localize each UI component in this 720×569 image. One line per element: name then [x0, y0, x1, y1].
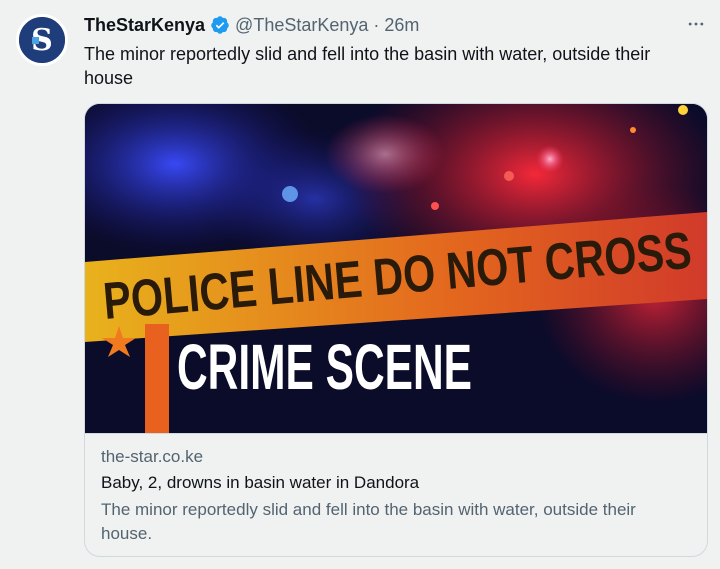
- card-description: The minor reportedly slid and fell into …: [101, 500, 636, 543]
- card-meta[interactable]: the-star.co.ke Baby, 2, drowns in basin …: [85, 433, 707, 556]
- more-options-icon[interactable]: [684, 12, 708, 36]
- card-domain: the-star.co.ke: [101, 447, 204, 466]
- crime-scene-image: POLICE LINE DO NOT CROSS CRIME SCENE: [85, 104, 707, 433]
- link-card[interactable]: POLICE LINE DO NOT CROSS CRIME SCENE the…: [84, 103, 708, 557]
- handle[interactable]: @TheStarKenya: [235, 15, 368, 36]
- verified-badge-icon: [210, 15, 230, 35]
- card-title: Baby, 2, drowns in basin water in Dandor…: [101, 473, 420, 492]
- tweet-header: TheStarKenya @TheStarKenya · 26m: [84, 13, 419, 37]
- timestamp[interactable]: 26m: [384, 15, 419, 36]
- avatar[interactable]: S: [16, 14, 68, 66]
- crime-scene-heading: CRIME SCENE: [177, 331, 472, 403]
- tweet-text: The minor reportedly slid and fell into …: [84, 44, 651, 88]
- separator: ·: [373, 14, 380, 35]
- display-name[interactable]: TheStarKenya: [84, 15, 205, 36]
- tweet[interactable]: S TheStarKenya @TheStarKenya · 26m The m…: [0, 0, 720, 569]
- star-logo-icon: S: [19, 17, 65, 63]
- card-image[interactable]: POLICE LINE DO NOT CROSS CRIME SCENE: [85, 104, 707, 433]
